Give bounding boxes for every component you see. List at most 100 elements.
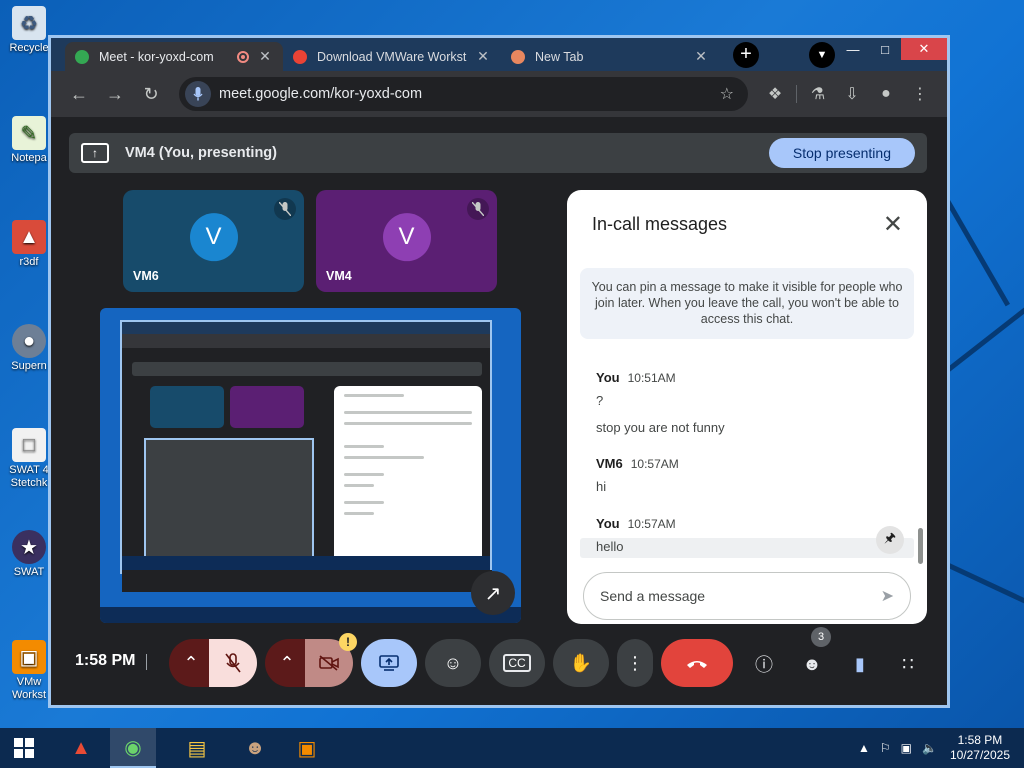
mic-off-icon bbox=[467, 198, 489, 220]
taskbar-app-browser[interactable]: ◉ bbox=[110, 728, 156, 768]
back-button[interactable]: ← bbox=[61, 76, 97, 112]
message-text: hello bbox=[596, 539, 624, 554]
address-bar[interactable]: meet.google.com/kor-yoxd-com ☆ bbox=[179, 77, 748, 111]
camera-toggle-button[interactable]: ! bbox=[305, 633, 357, 687]
meeting-info-icon[interactable]: ⓘ bbox=[751, 651, 777, 677]
wallpaper-line bbox=[945, 200, 1010, 307]
participant-name: VM4 bbox=[326, 269, 352, 283]
newtab-favicon-icon bbox=[511, 49, 525, 64]
mic-indicator-icon[interactable] bbox=[185, 81, 211, 107]
close-icon[interactable]: ✕ bbox=[475, 48, 491, 65]
volume-icon[interactable]: 🔈 bbox=[922, 741, 937, 755]
taskbar-app-red[interactable]: ▲ bbox=[58, 728, 104, 768]
windows-logo-icon bbox=[14, 738, 34, 758]
tab-search-button[interactable]: ▼ bbox=[809, 42, 835, 68]
chat-scrollbar[interactable] bbox=[918, 528, 923, 564]
browser-frame: Meet - kor-yoxd-com ✕ Download VMWare Wo… bbox=[51, 38, 947, 705]
close-icon[interactable]: ✕ bbox=[257, 48, 273, 65]
message-group: VM6 10:57AM hi bbox=[596, 456, 679, 506]
pin-message-icon[interactable]: 🖈 bbox=[876, 526, 904, 554]
recycle-bin-icon: ♻ bbox=[12, 6, 46, 40]
screen-share-window bbox=[120, 320, 492, 574]
menu-kebab-icon[interactable]: ⋮ bbox=[903, 77, 937, 111]
message-input[interactable]: Send a message ➤ bbox=[583, 572, 911, 620]
people-icon[interactable]: ☻ bbox=[799, 651, 825, 677]
presenting-banner: ↑ VM4 (You, presenting) Stop presenting bbox=[69, 133, 927, 173]
message-text: hi bbox=[596, 479, 607, 494]
profile-icon[interactable]: ● bbox=[869, 77, 903, 111]
start-button[interactable] bbox=[0, 728, 48, 768]
clock-divider bbox=[146, 654, 147, 670]
app-icon: ☻ bbox=[244, 736, 266, 759]
toolbar-divider bbox=[796, 85, 797, 103]
message-time: 10:51AM bbox=[627, 371, 676, 385]
message-time: 10:57AM bbox=[630, 457, 679, 471]
taskbar-app-game[interactable]: ☻ bbox=[232, 728, 278, 768]
avatar: V bbox=[189, 213, 238, 262]
hand-icon: ✋ bbox=[569, 652, 593, 673]
message-sender: VM6 bbox=[596, 456, 623, 471]
activities-grid-icon[interactable]: ∷ bbox=[895, 651, 921, 677]
raise-hand-button[interactable]: ✋ bbox=[553, 639, 609, 687]
preview-presenting-bar bbox=[132, 362, 482, 376]
emoji-reactions-button[interactable]: ☺ bbox=[425, 639, 481, 687]
network-icon[interactable]: ▣ bbox=[901, 741, 912, 755]
present-screen-icon: ↑ bbox=[81, 143, 109, 163]
bookmark-star-icon[interactable]: ☆ bbox=[720, 84, 734, 104]
taskbar-file-explorer[interactable]: ▤ bbox=[174, 728, 220, 768]
participant-tile-vm6[interactable]: V VM6 bbox=[123, 190, 304, 292]
video-options-button[interactable]: ⌃ bbox=[265, 639, 309, 687]
present-screen-button[interactable] bbox=[361, 639, 417, 687]
browser-toolbar: ← → ↻ meet.google.com/kor-yoxd-com ☆ ❖ ⚗… bbox=[51, 71, 947, 117]
chat-icon[interactable]: ▮ bbox=[847, 651, 873, 677]
taskbar-clock[interactable]: 1:58 PM 10/27/2025 bbox=[950, 733, 1010, 763]
tab-new[interactable]: New Tab ✕ bbox=[501, 42, 719, 71]
download-favicon-icon bbox=[293, 49, 307, 64]
extensions-icon[interactable]: ❖ bbox=[758, 77, 792, 111]
tab-meet[interactable]: Meet - kor-yoxd-com ✕ bbox=[65, 42, 283, 71]
new-tab-button[interactable]: + bbox=[733, 41, 759, 68]
tab-title: Download VMWare Workst bbox=[317, 49, 467, 64]
expand-icon[interactable]: ↗ bbox=[471, 571, 515, 615]
captions-button[interactable]: CC bbox=[489, 639, 545, 687]
message-input-placeholder: Send a message bbox=[600, 588, 706, 604]
emoji-icon: ☺ bbox=[443, 652, 463, 673]
recording-icon bbox=[237, 50, 249, 63]
forward-button[interactable]: → bbox=[97, 76, 133, 112]
participant-tile-vm4[interactable]: V VM4 bbox=[316, 190, 497, 292]
tab-title: New Tab bbox=[535, 49, 584, 64]
mic-toggle-button[interactable] bbox=[209, 639, 257, 687]
tab-title: Meet - kor-yoxd-com bbox=[99, 49, 214, 64]
leave-call-button[interactable] bbox=[661, 639, 733, 687]
app-icon: ● bbox=[12, 324, 46, 358]
taskbar-app-vmware[interactable]: ▣ bbox=[284, 728, 330, 768]
action-center-icon[interactable]: ⚐ bbox=[880, 741, 891, 755]
minimize-button[interactable]: — bbox=[837, 38, 869, 60]
captions-icon: CC bbox=[503, 654, 531, 672]
tab-vmware[interactable]: Download VMWare Workst ✕ bbox=[283, 42, 501, 71]
downloads-icon[interactable]: ⇩ bbox=[835, 77, 869, 111]
taskbar-date: 10/27/2025 bbox=[949, 748, 1010, 762]
reload-button[interactable]: ↻ bbox=[133, 76, 169, 112]
meet-stage: ↑ VM4 (You, presenting) Stop presenting … bbox=[51, 117, 947, 705]
screen-share-preview[interactable] bbox=[100, 308, 521, 623]
panel-title: In-call messages bbox=[592, 214, 728, 234]
close-icon[interactable]: ✕ bbox=[693, 48, 709, 65]
more-vert-icon: ⋮ bbox=[626, 652, 644, 673]
close-icon[interactable]: ✕ bbox=[883, 210, 903, 239]
system-tray: ▲ ⚐ ▣ 🔈 1:58 PM 10/27/2025 bbox=[853, 728, 1024, 768]
labs-flask-icon[interactable]: ⚗ bbox=[801, 77, 835, 111]
audio-options-button[interactable]: ⌃ bbox=[169, 639, 213, 687]
tray-expand-icon[interactable]: ▲ bbox=[858, 741, 870, 755]
mic-off-icon bbox=[274, 198, 296, 220]
maximize-button[interactable]: □ bbox=[869, 38, 901, 60]
window-close-button[interactable]: ✕ bbox=[901, 38, 947, 60]
preview-tabstrip bbox=[122, 322, 490, 334]
send-icon[interactable]: ➤ bbox=[881, 586, 894, 606]
camera-off-icon bbox=[319, 655, 339, 671]
more-options-button[interactable]: ⋮ bbox=[617, 639, 653, 687]
preview-omnibox bbox=[122, 334, 490, 348]
globe-icon: ◉ bbox=[124, 736, 142, 759]
stop-presenting-button[interactable]: Stop presenting bbox=[768, 138, 915, 168]
in-call-messages-panel: In-call messages ✕ You can pin a message… bbox=[567, 190, 927, 624]
